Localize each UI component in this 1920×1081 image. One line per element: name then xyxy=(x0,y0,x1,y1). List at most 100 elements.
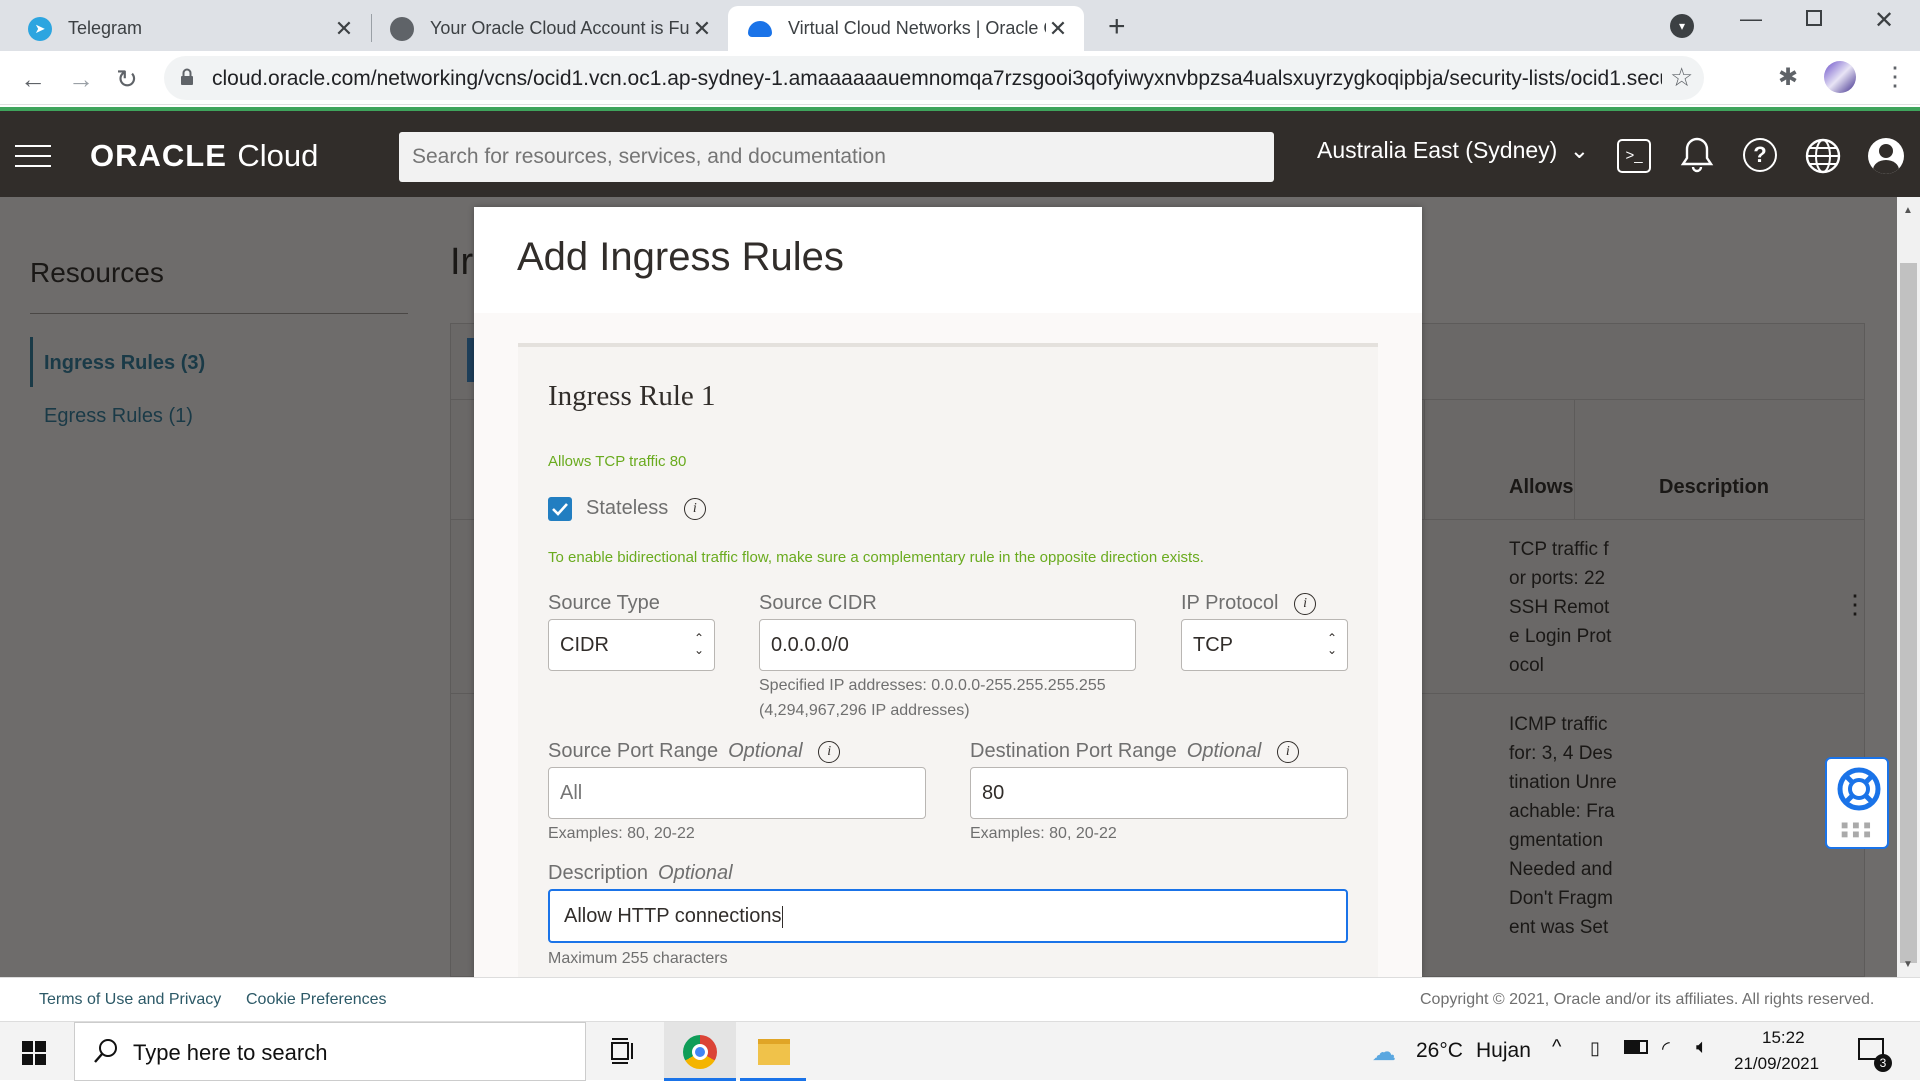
device-icon[interactable]: ▯ xyxy=(1590,1038,1600,1059)
source-type-select[interactable]: CIDR ⌃ ⌄ xyxy=(548,619,715,671)
bell-icon[interactable] xyxy=(1680,135,1714,178)
hamburger-menu-icon[interactable] xyxy=(15,145,51,167)
rule-title: Ingress Rule 1 xyxy=(548,380,716,412)
row-actions-icon[interactable]: ⋮ xyxy=(1842,589,1868,620)
browser-tab-strip: ➤ Telegram ✕ Your Oracle Cloud Account i… xyxy=(0,0,1920,51)
source-port-range-input[interactable] xyxy=(548,767,926,819)
resources-title: Resources xyxy=(30,257,164,288)
close-tab-icon[interactable]: ✕ xyxy=(1046,16,1070,42)
page-scrollbar[interactable]: ▲ ▼ xyxy=(1897,197,1920,977)
ip-protocol-label: IP Protocol i xyxy=(1181,592,1317,615)
taskbar-chrome-button[interactable] xyxy=(664,1022,736,1081)
telegram-icon: ➤ xyxy=(28,16,52,41)
new-tab-icon[interactable]: + xyxy=(1108,10,1126,44)
chrome-icon xyxy=(683,1035,717,1069)
oracle-header: ORACLE Cloud Australia East (Sydney) ⌄ >… xyxy=(0,107,1920,197)
close-tab-icon[interactable]: ✕ xyxy=(332,16,356,42)
globe-icon xyxy=(390,16,414,41)
sidebar-item-egress-rules[interactable]: Egress Rules (1) xyxy=(44,405,193,428)
weather-temperature[interactable]: 26°C xyxy=(1416,1039,1463,1063)
extensions-icon[interactable]: ✱ xyxy=(1778,63,1798,92)
profile-avatar[interactable] xyxy=(1824,61,1856,93)
cookie-preferences-link[interactable]: Cookie Preferences xyxy=(246,991,387,1009)
description-label: Description Optional xyxy=(548,862,733,884)
checkmark-icon xyxy=(552,503,568,516)
source-cidr-hint-1: Specified IP addresses: 0.0.0.0-255.255.… xyxy=(759,677,1106,694)
taskbar-file-explorer-button[interactable] xyxy=(740,1022,806,1081)
divider xyxy=(1574,399,1575,519)
tab-search-icon[interactable]: ▾ xyxy=(1670,14,1694,38)
global-search-input[interactable] xyxy=(399,132,1274,182)
lifebuoy-icon xyxy=(1837,767,1881,816)
rule-summary: Allows TCP traffic 80 xyxy=(548,453,687,470)
add-ingress-rules-dialog: Add Ingress Rules Ingress Rule 1 Allows … xyxy=(474,207,1422,977)
search-icon xyxy=(93,1037,119,1070)
wifi-icon[interactable]: ◜ xyxy=(1662,1036,1670,1061)
battery-icon[interactable] xyxy=(1624,1040,1648,1054)
scroll-down-icon[interactable]: ▼ xyxy=(1903,959,1913,970)
oracle-cloud-logo[interactable]: ORACLE Cloud xyxy=(90,138,318,174)
destination-port-range-label: Destination Port Range Optional i xyxy=(970,740,1299,763)
minimize-icon[interactable]: — xyxy=(1740,6,1762,32)
cloud-shell-icon[interactable]: >_ xyxy=(1617,139,1651,173)
stateless-checkbox[interactable] xyxy=(548,497,572,521)
info-icon[interactable]: i xyxy=(818,740,841,763)
forward-icon[interactable]: → xyxy=(68,64,94,95)
oracle-cloud-icon xyxy=(748,20,772,37)
table-row-allows: TCP traffic f or ports: 22 SSH Remot e L… xyxy=(1509,539,1612,676)
page-footer: Terms of Use and Privacy Cookie Preferen… xyxy=(0,977,1920,1021)
source-cidr-hint-2: (4,294,967,296 IP addresses) xyxy=(759,702,970,719)
tab-oracle-account[interactable]: Your Oracle Cloud Account is Ful ✕ xyxy=(372,6,728,51)
bookmark-star-icon[interactable]: ☆ xyxy=(1670,62,1693,93)
scrollbar-thumb[interactable] xyxy=(1900,263,1917,963)
lock-icon xyxy=(180,68,194,86)
region-selector[interactable]: Australia East (Sydney) ⌄ xyxy=(1317,137,1589,164)
back-icon[interactable]: ← xyxy=(20,64,46,95)
source-cidr-input[interactable]: 0.0.0.0/0 xyxy=(759,619,1136,671)
restore-icon[interactable] xyxy=(1806,10,1822,26)
tab-virtual-cloud-networks[interactable]: Virtual Cloud Networks | Oracle C ✕ xyxy=(728,6,1084,51)
column-header-description[interactable]: Description xyxy=(1659,476,1769,499)
help-widget[interactable]: ■■■ ■■■ xyxy=(1825,757,1889,849)
volume-icon[interactable]: 🔈︎ xyxy=(1696,1036,1708,1059)
windows-start-icon[interactable] xyxy=(22,1041,46,1070)
description-input[interactable]: Allow HTTP connections xyxy=(548,889,1348,943)
ip-protocol-select[interactable]: TCP ⌃ ⌄ xyxy=(1181,619,1348,671)
close-tab-icon[interactable]: ✕ xyxy=(690,16,714,42)
tab-title: Virtual Cloud Networks | Oracle C xyxy=(788,18,1046,38)
divider xyxy=(30,313,408,314)
ingress-rule-card: Ingress Rule 1 Allows TCP traffic 80 Sta… xyxy=(518,343,1378,977)
info-icon[interactable]: i xyxy=(1276,740,1299,763)
weather-condition[interactable]: Hujan xyxy=(1476,1039,1531,1063)
destination-port-range-input[interactable]: 80 xyxy=(970,767,1348,819)
column-header-allows[interactable]: Allows xyxy=(1509,476,1573,499)
tab-telegram[interactable]: ➤ Telegram ✕ xyxy=(0,6,370,51)
scroll-up-icon[interactable]: ▲ xyxy=(1903,205,1913,216)
taskbar-search-box[interactable]: Type here to search xyxy=(74,1022,586,1081)
task-view-icon[interactable] xyxy=(608,1038,636,1069)
source-type-label: Source Type xyxy=(548,592,660,614)
logo-main: ORACLE xyxy=(90,138,227,173)
sidebar-item-ingress-rules[interactable]: Ingress Rules (3) xyxy=(44,352,205,375)
info-icon[interactable]: i xyxy=(1294,592,1317,615)
description-hint: Maximum 255 characters xyxy=(548,950,728,967)
show-hidden-icons-icon[interactable]: ^ xyxy=(1552,1036,1561,1059)
help-icon[interactable]: ? xyxy=(1743,138,1777,172)
dialog-title: Add Ingress Rules xyxy=(517,235,844,279)
omnibox[interactable]: cloud.oracle.com/networking/vcns/ocid1.v… xyxy=(164,56,1704,100)
terms-link[interactable]: Terms of Use and Privacy xyxy=(39,991,221,1009)
chrome-menu-icon[interactable]: ⋮ xyxy=(1882,61,1908,92)
language-globe-icon[interactable] xyxy=(1805,138,1841,179)
reload-icon[interactable]: ↻ xyxy=(116,64,138,95)
chevron-down-icon: ⌄ xyxy=(1569,137,1589,163)
url-text: cloud.oracle.com/networking/vcns/ocid1.v… xyxy=(212,67,1662,90)
drag-handle-icon[interactable]: ■■■ ■■■ xyxy=(1841,819,1875,840)
clock-time[interactable]: 15:22 xyxy=(1762,1028,1805,1048)
weather-icon[interactable]: ☁ xyxy=(1372,1038,1396,1067)
close-window-icon[interactable]: ✕ xyxy=(1874,6,1894,35)
info-icon[interactable]: i xyxy=(683,497,706,520)
table-row-allows: ICMP traffic for: 3, 4 Des tination Unre… xyxy=(1509,714,1617,938)
logo-sub: Cloud xyxy=(237,138,319,173)
clock-date[interactable]: 21/09/2021 xyxy=(1734,1054,1819,1074)
user-profile-icon[interactable] xyxy=(1868,138,1904,174)
